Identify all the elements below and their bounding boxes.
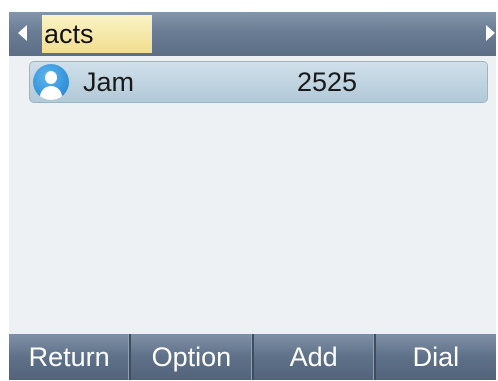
return-button[interactable]: Return (9, 334, 132, 380)
softkey-bar: Return Option Add Dial (9, 334, 496, 380)
contact-list-item[interactable]: Jam 2525 (29, 61, 488, 103)
add-button[interactable]: Add (254, 334, 376, 380)
avatar-head (45, 71, 57, 84)
person-avatar-icon (33, 64, 69, 100)
triangle-right-icon[interactable] (486, 25, 495, 41)
option-button[interactable]: Option (131, 334, 254, 380)
avatar-body (40, 86, 62, 100)
triangle-left-icon[interactable] (18, 25, 27, 41)
contact-number: 2525 (297, 67, 358, 97)
contact-name: Jam (83, 67, 135, 97)
page-title: acts (42, 15, 152, 53)
title-bar: acts (9, 12, 496, 56)
dial-button[interactable]: Dial (376, 334, 496, 380)
phone-screen: acts Jam 2525 Return Option Add Dial (9, 12, 496, 380)
